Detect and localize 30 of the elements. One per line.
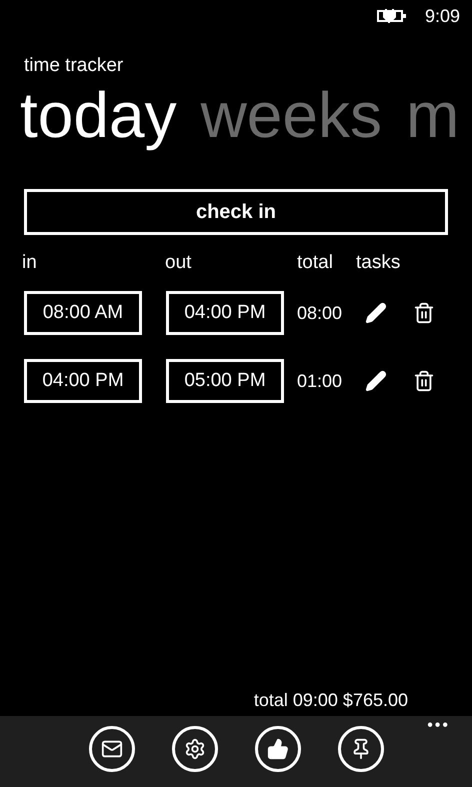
more-button[interactable]: ••• — [427, 718, 450, 734]
check-in-button[interactable]: check in — [24, 188, 448, 234]
pivot-header[interactable]: m — [406, 76, 460, 152]
app-bar-button[interactable] — [172, 726, 218, 772]
column-header: tasks — [356, 250, 400, 274]
total-hours: 01:00 — [297, 370, 344, 392]
summary-total: total 09:00 $765.00 — [254, 689, 408, 712]
time-out-field[interactable]: 05:00 PM — [166, 359, 284, 403]
app-title: time tracker — [24, 55, 124, 76]
battery-charging-icon — [376, 9, 407, 23]
thumbs-up-icon — [267, 738, 289, 760]
app-bar-button[interactable] — [255, 726, 301, 772]
settings-icon — [184, 738, 206, 760]
pivot-header[interactable]: weeks — [200, 76, 382, 152]
column-header: in — [22, 250, 38, 274]
delete-icon[interactable] — [413, 302, 435, 324]
time-out-field[interactable]: 04:00 PM — [166, 291, 284, 335]
total-hours: 08:00 — [297, 302, 344, 324]
app-bar-button[interactable] — [89, 726, 135, 772]
time-in-field[interactable]: 04:00 PM — [24, 359, 142, 403]
mail-icon — [101, 738, 123, 760]
clock-time: 9:09 — [424, 4, 460, 28]
app-bar-button[interactable] — [338, 726, 384, 772]
edit-icon[interactable] — [365, 302, 387, 324]
edit-icon[interactable] — [365, 370, 387, 392]
pivot-header[interactable]: today — [20, 76, 177, 152]
column-header: total — [297, 250, 334, 274]
delete-icon[interactable] — [413, 370, 435, 392]
time-in-field[interactable]: 08:00 AM — [24, 291, 142, 335]
column-header: out — [165, 250, 192, 274]
